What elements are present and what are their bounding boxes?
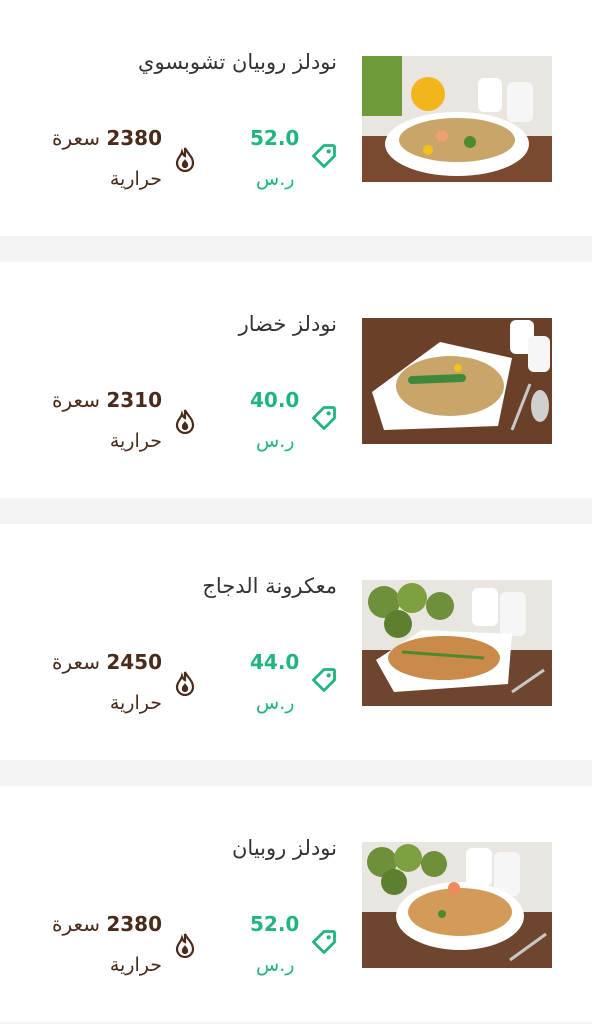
price-tag-icon: [312, 930, 336, 954]
menu-item-card[interactable]: نودلز خضار 40.0 ر.س 2310 سعرة حرارية: [0, 262, 592, 498]
calorie-unit-2: حرارية: [109, 692, 162, 714]
price-block: 44.0 ر.س: [232, 648, 336, 718]
calorie-block: 2450 سعرة حرارية: [40, 648, 200, 724]
calorie-unit-2: حرارية: [109, 954, 162, 976]
price-tag-icon: [312, 406, 336, 430]
price-value: 52.0: [250, 912, 300, 936]
flame-icon: [175, 671, 195, 696]
price-block: 52.0 ر.س: [232, 910, 336, 980]
price-currency: ر.س: [256, 692, 295, 714]
menu-item-card[interactable]: نودلز روبيان 52.0 ر.س 2380 سعرة حرارية: [0, 786, 592, 1022]
flame-icon: [175, 409, 195, 434]
calorie-value: 2450: [106, 650, 162, 674]
price-value: 52.0: [250, 126, 300, 150]
price-tag-icon: [312, 144, 336, 168]
dish-name: نودلز خضار: [238, 312, 337, 336]
calorie-unit-2: حرارية: [109, 168, 162, 190]
calorie-block: 2380 سعرة حرارية: [40, 910, 200, 986]
calorie-block: 2310 سعرة حرارية: [40, 386, 200, 462]
price-block: 52.0 ر.س: [232, 124, 336, 194]
calorie-unit: سعرة: [52, 388, 100, 412]
dish-name: نودلز روبيان تشوبسوي: [138, 50, 337, 74]
dish-photo[interactable]: [362, 56, 552, 182]
price-currency: ر.س: [256, 168, 295, 190]
dish-name: معكرونة الدجاج: [202, 574, 337, 598]
price-value: 40.0: [250, 388, 300, 412]
calorie-line: 2380 سعرة: [52, 912, 162, 936]
calorie-value: 2380: [106, 126, 162, 150]
price-value: 44.0: [250, 650, 300, 674]
calorie-unit-2: حرارية: [109, 430, 162, 452]
price-currency: ر.س: [256, 954, 295, 976]
calorie-unit: سعرة: [52, 912, 100, 936]
calorie-unit: سعرة: [52, 126, 100, 150]
menu-item-list: نودلز روبيان تشوبسوي 52.0 ر.س 2380 سعرة …: [0, 0, 592, 1024]
calorie-line: 2310 سعرة: [52, 388, 162, 412]
price-block: 40.0 ر.س: [232, 386, 336, 456]
calorie-block: 2380 سعرة حرارية: [40, 124, 200, 200]
dish-photo[interactable]: [362, 580, 552, 706]
calorie-line: 2380 سعرة: [52, 126, 162, 150]
calorie-value: 2310: [106, 388, 162, 412]
price-currency: ر.س: [256, 430, 295, 452]
flame-icon: [175, 147, 195, 172]
flame-icon: [175, 933, 195, 958]
calorie-line: 2450 سعرة: [52, 650, 162, 674]
price-tag-icon: [312, 668, 336, 692]
menu-item-card[interactable]: معكرونة الدجاج 44.0 ر.س 2450 سعرة حرارية: [0, 524, 592, 760]
calorie-value: 2380: [106, 912, 162, 936]
dish-name: نودلز روبيان: [232, 836, 337, 860]
menu-item-card[interactable]: نودلز روبيان تشوبسوي 52.0 ر.س 2380 سعرة …: [0, 0, 592, 236]
calorie-unit: سعرة: [52, 650, 100, 674]
dish-photo[interactable]: [362, 842, 552, 968]
dish-photo[interactable]: [362, 318, 552, 444]
